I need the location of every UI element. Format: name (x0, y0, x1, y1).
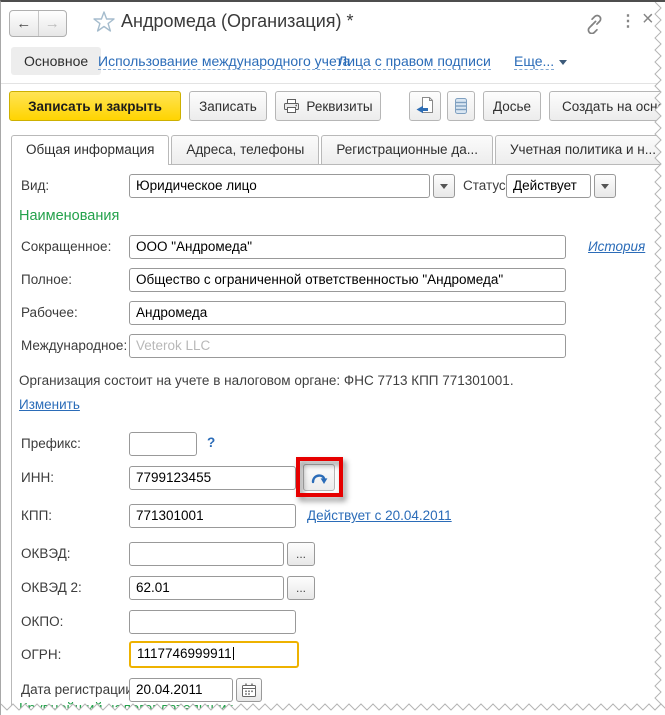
inn-input[interactable]: 7799123455 (129, 466, 296, 490)
regdate-label: Дата регистрации: (21, 682, 137, 697)
page-title: Андромеда (Организация) * (121, 11, 354, 31)
close-button[interactable]: × (642, 8, 654, 31)
working-name-input[interactable]: Андромеда (129, 301, 566, 325)
full-name-input[interactable]: Общество с ограниченной ответственностью… (129, 268, 566, 292)
okved2-label: ОКВЭД 2: (21, 580, 82, 595)
short-name-input[interactable]: ООО "Андромеда" (129, 235, 566, 259)
okpo-input[interactable] (129, 610, 296, 634)
import-document-button[interactable] (409, 91, 441, 121)
more-menu-icon[interactable]: ⋮ (620, 11, 636, 31)
list-registry-button[interactable] (447, 91, 475, 121)
prefix-input[interactable] (129, 432, 197, 456)
okved-input[interactable] (129, 542, 284, 566)
dossier-button[interactable]: Досье (483, 91, 541, 121)
regdate-input[interactable]: 20.04.2011 (129, 678, 233, 702)
full-name-label: Полное: (21, 272, 73, 287)
short-name-label: Сокращенное: (21, 239, 112, 254)
torn-edge-right (654, 2, 665, 715)
inn-label: ИНН: (21, 470, 54, 485)
change-link[interactable]: Изменить (19, 397, 80, 412)
text-caret (232, 647, 234, 660)
kind-dropdown-button[interactable] (433, 174, 455, 198)
history-link[interactable]: История (588, 239, 645, 254)
copy-link-icon[interactable] (583, 13, 604, 34)
ogrn-label: ОГРН: (21, 647, 62, 662)
ellipsis-icon: ... (295, 581, 306, 595)
save-and-close-button[interactable]: Записать и закрыть (9, 91, 181, 121)
back-button[interactable]: ← (10, 11, 38, 36)
status-select[interactable]: Действует (506, 174, 591, 198)
okved2-input[interactable]: 62.01 (129, 576, 284, 600)
requisites-button[interactable]: Реквизиты (275, 91, 381, 121)
okved-picker-button[interactable]: ... (287, 542, 315, 566)
okved-label: ОКВЭД: (21, 546, 71, 561)
status-label: Статус: (463, 178, 510, 193)
nav-separator (1, 83, 665, 84)
kind-label: Вид: (21, 178, 50, 193)
okpo-label: ОКПО: (21, 614, 64, 629)
list-stack-icon (455, 98, 467, 114)
chevron-down-icon (601, 183, 609, 189)
status-dropdown-button[interactable] (594, 174, 616, 198)
placeholder-text: Veterok LLC (136, 338, 211, 353)
kpp-valid-from-link[interactable]: Действует с 20.04.2011 (307, 508, 452, 523)
nav-link-signatories[interactable]: Лица с правом подписи (338, 53, 491, 70)
tab-general-info[interactable]: Общая информация (11, 135, 170, 165)
international-name-label: Международное: (21, 338, 128, 353)
nav-more-menu[interactable]: Еще... (514, 53, 555, 70)
chevron-down-icon (559, 60, 567, 65)
annotation-red-box (296, 457, 343, 497)
chevron-down-icon (440, 183, 448, 189)
kpp-label: КПП: (21, 508, 53, 523)
tab-bar: Общая информация Адреса, телефоны Регист… (11, 135, 665, 165)
favorite-star-icon[interactable] (92, 10, 116, 34)
calendar-icon (242, 683, 256, 697)
names-section-header: Наименования (19, 208, 120, 224)
history-nav-group: ← → (9, 10, 67, 37)
create-based-on-button[interactable]: Создать на осно (549, 91, 665, 121)
torn-edge-bottom (1, 703, 665, 715)
international-name-input[interactable]: Veterok LLC (129, 334, 566, 358)
save-button[interactable]: Записать (189, 91, 267, 121)
ogrn-input[interactable]: 1117746999911 (129, 641, 299, 668)
ellipsis-icon: ... (295, 547, 306, 561)
kpp-input[interactable]: 771301001 (129, 504, 296, 528)
tax-authority-note: Организация состоит на учете в налоговом… (19, 373, 514, 388)
nav-link-international-accounting[interactable]: Использование международного учета (98, 53, 351, 70)
okved2-picker-button[interactable]: ... (287, 576, 315, 600)
forward-button[interactable]: → (37, 11, 67, 36)
prefix-label: Префикс: (21, 436, 81, 451)
tab-registration-data[interactable]: Регистрационные да... (321, 135, 493, 164)
tab-accounting-policy[interactable]: Учетная политика и н... (494, 135, 665, 164)
help-link[interactable]: ? (207, 435, 215, 450)
kind-select[interactable]: Юридическое лицо (129, 174, 430, 198)
working-name-label: Рабочее: (21, 305, 78, 320)
printer-icon (284, 99, 300, 113)
nav-item-main[interactable]: Основное (11, 47, 102, 75)
organization-form-window: ← → Андромеда (Организация) * ⋮ × Основн… (0, 0, 665, 715)
document-arrow-icon (416, 97, 433, 114)
calendar-button[interactable] (236, 678, 262, 702)
tab-addresses[interactable]: Адреса, телефоны (171, 135, 320, 164)
